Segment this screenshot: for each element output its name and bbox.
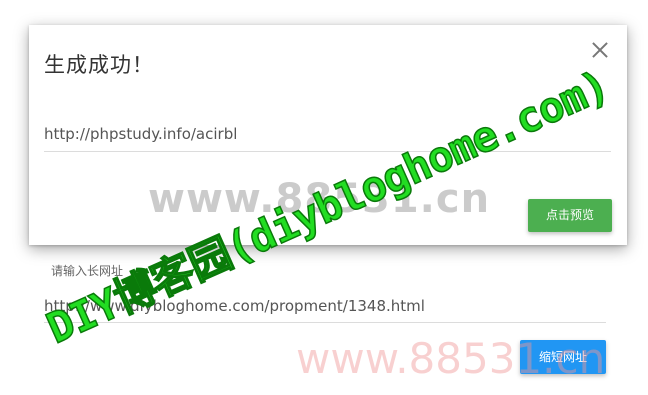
preview-button[interactable]: 点击预览 <box>528 199 612 232</box>
dialog-title: 生成成功！ <box>44 53 154 77</box>
watermark-pink: www.88531.cn <box>296 334 606 383</box>
